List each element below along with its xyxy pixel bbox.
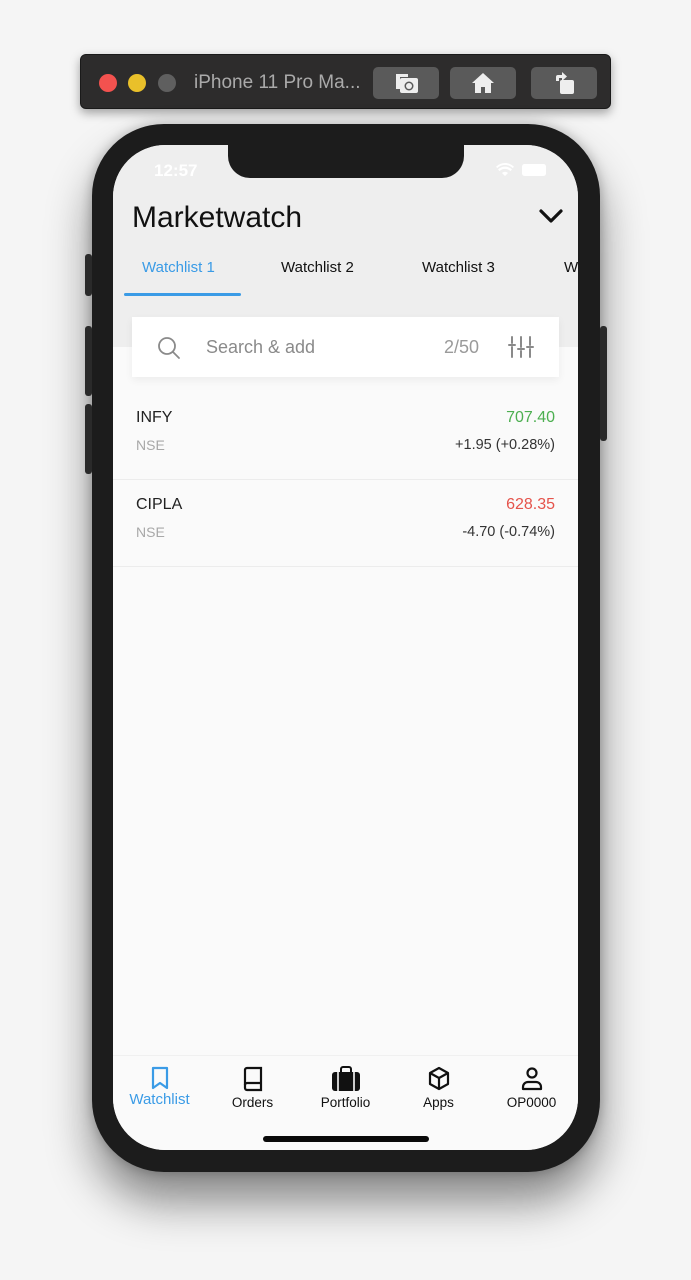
last-price: 707.40 [506, 409, 555, 426]
last-price: 628.35 [506, 496, 555, 513]
nav-label: Portfolio [320, 1095, 371, 1110]
nav-watchlist[interactable]: Watchlist [113, 1066, 206, 1108]
search-input[interactable]: Search & add [206, 337, 315, 358]
rotate-icon [556, 72, 574, 94]
notch [228, 145, 464, 178]
status-icons [496, 163, 548, 176]
watchlist: INFY NSE 707.40 +1.95 (+0.28%) CIPLA NSE… [113, 393, 578, 567]
filter-sliders-icon[interactable] [508, 335, 534, 359]
rotate-button[interactable] [531, 67, 597, 99]
nav-apps[interactable]: Apps [392, 1066, 485, 1110]
search-bar[interactable]: Search & add 2/50 [132, 317, 559, 377]
search-icon [158, 337, 180, 359]
home-icon [472, 73, 494, 93]
battery-icon [522, 163, 546, 176]
camera-icon [396, 74, 418, 93]
simulator-title: iPhone 11 Pro Ma... [194, 72, 361, 93]
price-change: -4.70 (-0.74%) [462, 524, 555, 540]
chevron-down-icon[interactable] [538, 208, 564, 224]
user-icon [521, 1067, 542, 1091]
simulator-toolbar: iPhone 11 Pro Ma... [80, 54, 611, 109]
nav-orders[interactable]: Orders [206, 1066, 299, 1110]
minimize-window-button[interactable] [128, 74, 146, 92]
volume-up-button [85, 326, 92, 396]
book-icon [243, 1066, 262, 1092]
status-time: 12:57 [154, 161, 198, 180]
active-tab-indicator [124, 293, 241, 296]
close-window-button[interactable] [99, 74, 117, 92]
home-indicator[interactable] [263, 1136, 429, 1142]
volume-down-button [85, 404, 92, 474]
nav-label: Apps [423, 1095, 454, 1110]
symbol: CIPLA [136, 496, 183, 513]
zoom-window-button[interactable] [158, 74, 176, 92]
cube-icon [428, 1066, 449, 1091]
exchange: NSE [136, 524, 165, 540]
list-item[interactable]: CIPLA NSE 628.35 -4.70 (-0.74%) [113, 480, 578, 567]
app-screen: 12:57 Marketwatch Watchlist 1 Watchlist … [113, 145, 578, 1150]
wifi-icon [496, 163, 514, 176]
nav-label: Orders [231, 1095, 274, 1110]
symbol: INFY [136, 409, 173, 426]
list-item[interactable]: INFY NSE 707.40 +1.95 (+0.28%) [113, 393, 578, 480]
silent-switch [85, 254, 92, 296]
exchange: NSE [136, 437, 165, 453]
home-button[interactable] [450, 67, 516, 99]
nav-label: Watchlist [129, 1091, 190, 1108]
bookmark-icon [151, 1066, 168, 1090]
power-button [600, 326, 607, 441]
nav-profile[interactable]: OP0000 [485, 1066, 578, 1110]
briefcase-icon [331, 1066, 360, 1091]
page-title: Marketwatch [132, 201, 303, 234]
nav-portfolio[interactable]: Portfolio [299, 1066, 392, 1110]
tab-watchlist-2[interactable]: Watchlist 2 [281, 259, 354, 276]
bottom-nav: Watchlist Orders Portfolio Apps OP0000 [113, 1055, 578, 1150]
tab-watchlist-3[interactable]: Watchlist 3 [422, 259, 495, 276]
price-change: +1.95 (+0.28%) [455, 437, 555, 453]
watchlist-tabs: Watchlist 1 Watchlist 2 Watchlist 3 W [113, 253, 578, 297]
screenshot-button[interactable] [373, 67, 439, 99]
tab-watchlist-1[interactable]: Watchlist 1 [142, 259, 215, 276]
watchlist-count: 2/50 [444, 337, 480, 357]
tab-watchlist-4[interactable]: W [564, 259, 578, 276]
nav-label: OP0000 [506, 1095, 557, 1110]
